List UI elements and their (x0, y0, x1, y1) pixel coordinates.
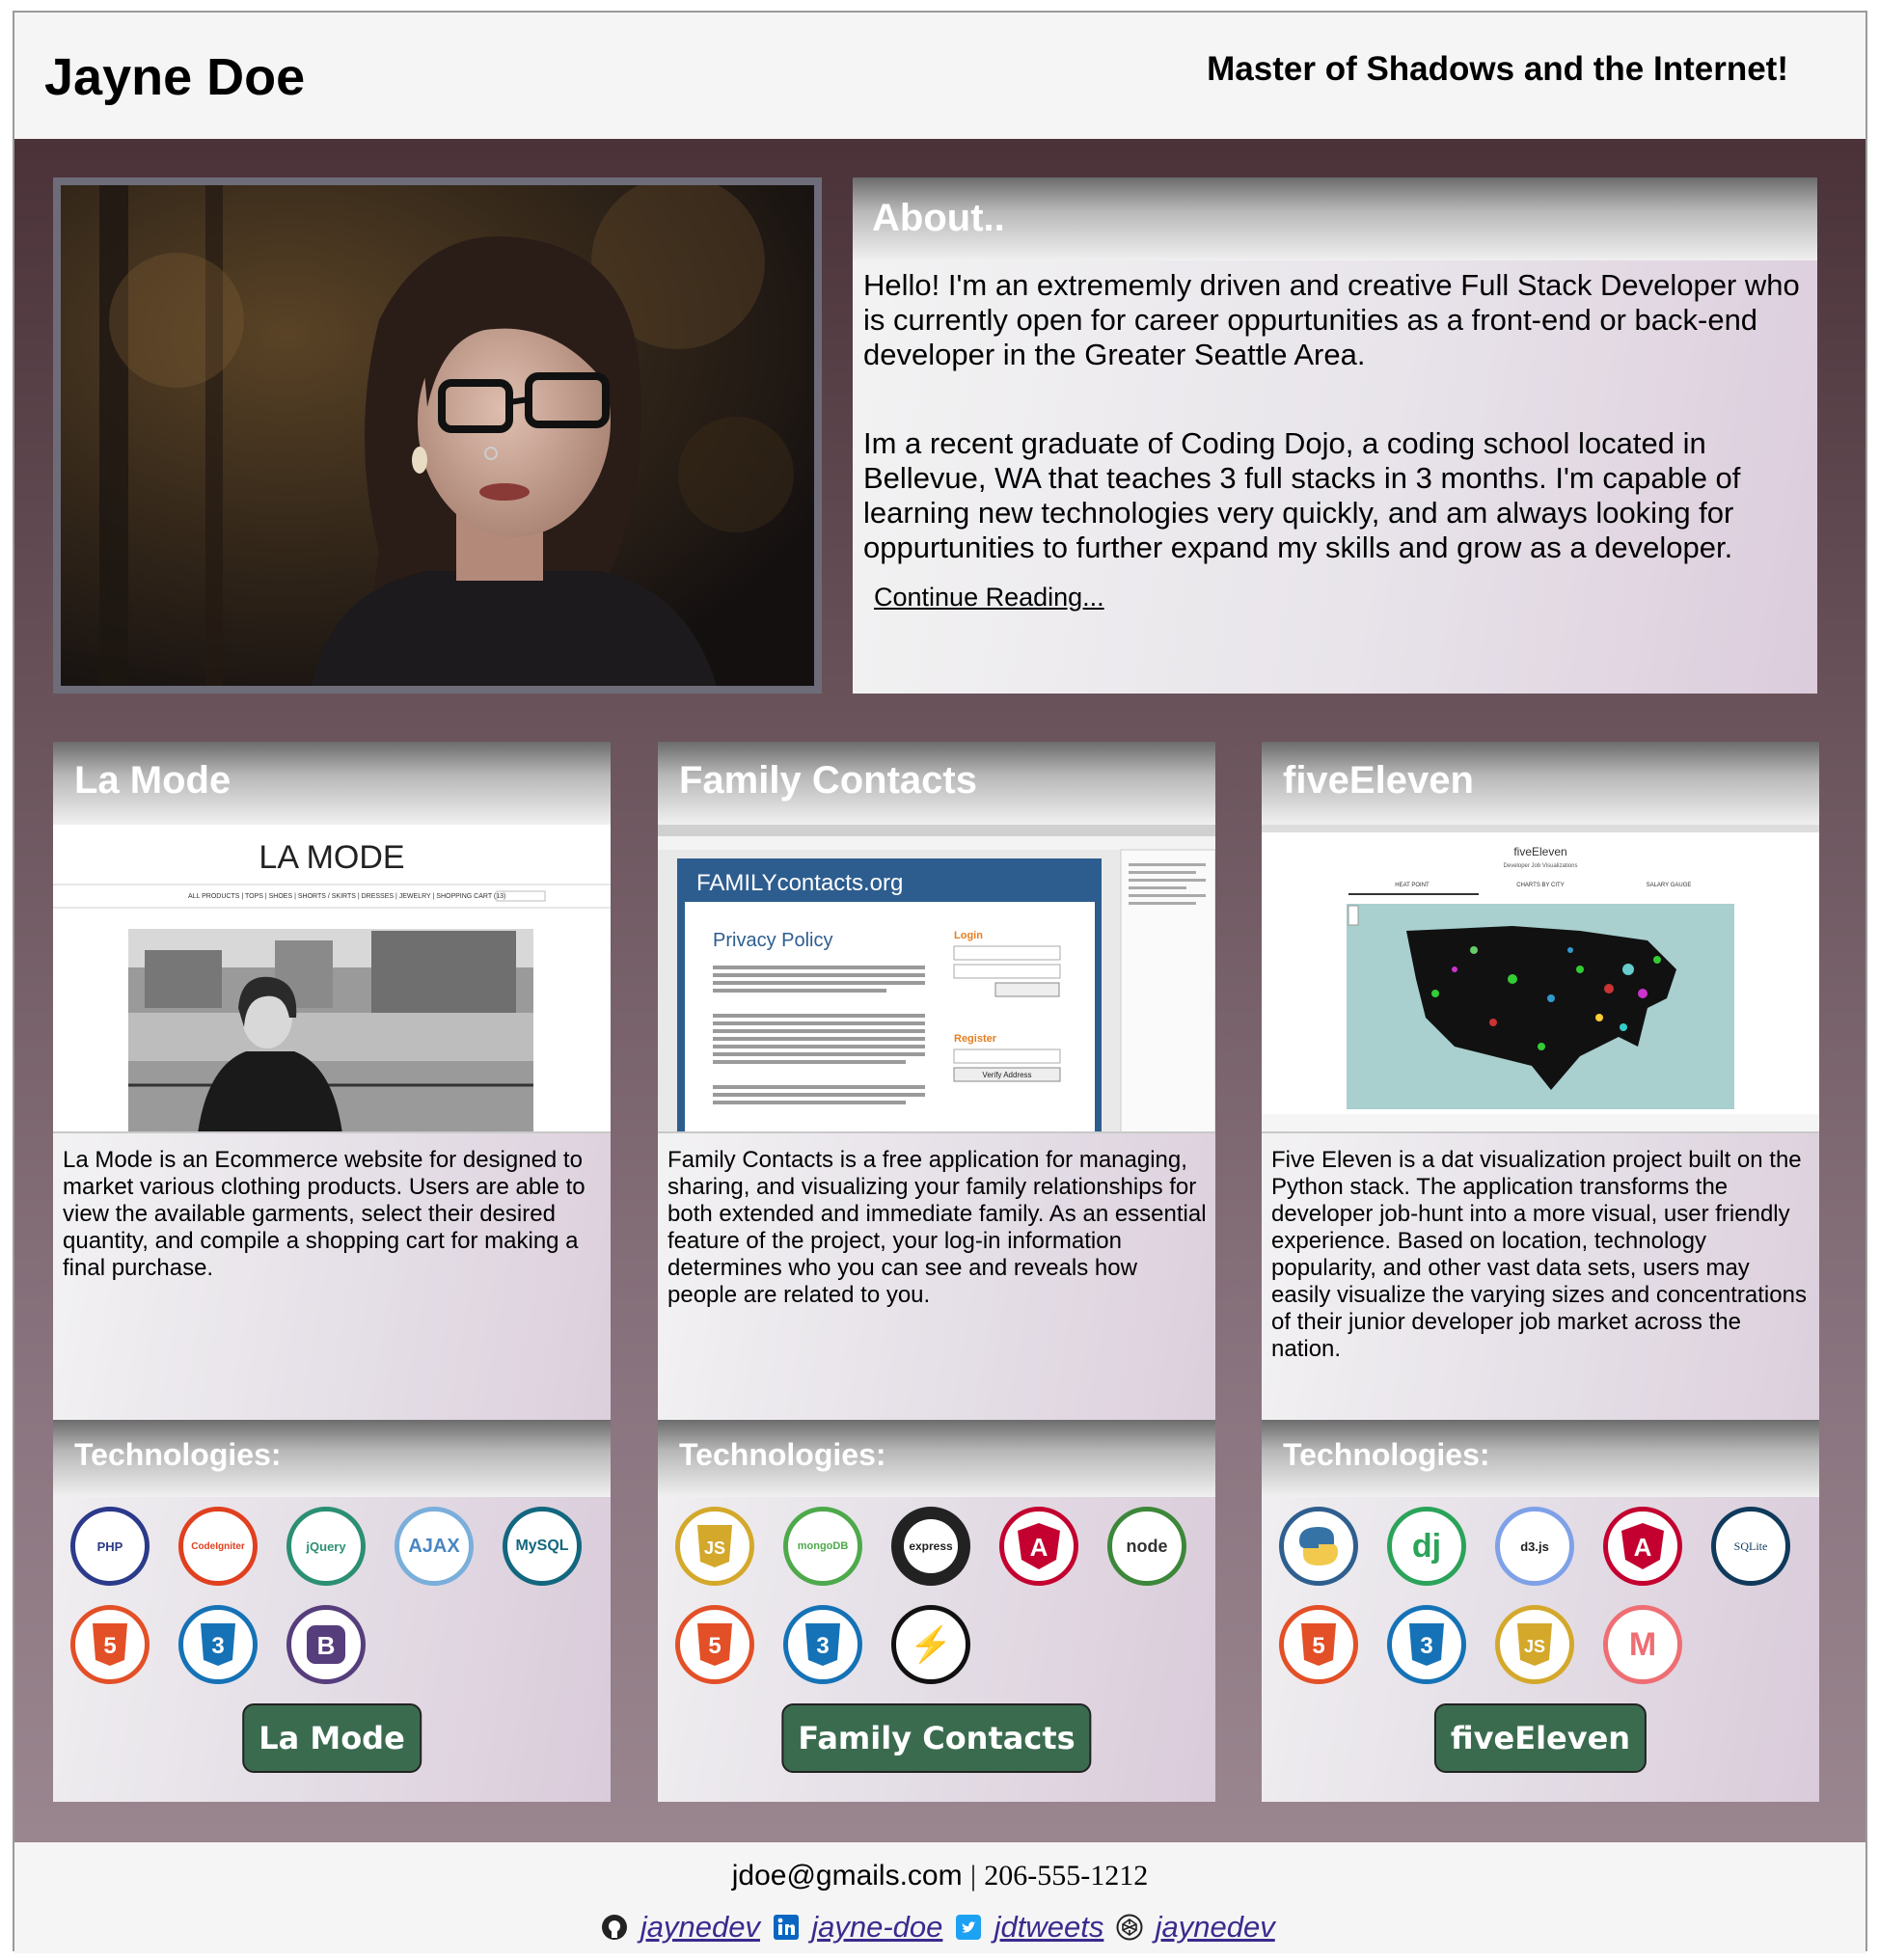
project-card-family-contacts: Family Contacts FAMILYcontacts.org Priva… (658, 742, 1215, 1802)
main-content: About.. Hello! I'm an extrememly driven … (14, 139, 1865, 1842)
fiveeleven-button[interactable]: fiveEleven (1433, 1703, 1648, 1773)
materialize-icon: M (1603, 1605, 1682, 1684)
codepen-link[interactable]: jaynedev (1156, 1910, 1275, 1944)
svg-text:JS: JS (704, 1538, 725, 1558)
svg-text:3: 3 (211, 1633, 224, 1659)
bootstrap-icon: B (286, 1605, 366, 1684)
family-contacts-button[interactable]: Family Contacts (781, 1703, 1092, 1773)
footer: jdoe@gmails.com | 206-555-1212 jaynedev … (14, 1842, 1865, 1953)
phone-number: 206-555-1212 (984, 1860, 1149, 1892)
project-card-la-mode: La Mode LA MODE ALL PRODUCTS | TOPS | SH… (53, 742, 611, 1802)
sqlite-icon: SQLite (1711, 1507, 1790, 1586)
contact-line: jdoe@gmails.com | 206-555-1212 (14, 1860, 1865, 1892)
fiveeleven-tab-2: CHARTS BY CITY (1516, 883, 1564, 888)
github-icon (602, 1915, 628, 1940)
html5-icon: 5 (1279, 1605, 1358, 1684)
project-screenshot-la-mode[interactable]: LA MODE ALL PRODUCTS | TOPS | SHOES | SH… (53, 825, 611, 1133)
project-title: La Mode (53, 742, 611, 825)
svg-text:B: B (317, 1631, 336, 1660)
python-icon (1279, 1507, 1358, 1586)
technologies-heading: Technologies: (53, 1420, 611, 1497)
la-mode-screenshot-image: LA MODE ALL PRODUCTS | TOPS | SHOES | SH… (53, 825, 611, 1131)
svg-text:5: 5 (103, 1633, 116, 1659)
jquery-icon: jQuery (286, 1507, 366, 1586)
project-card-fiveeleven: fiveEleven fiveEleven Developer Job Visu… (1262, 742, 1819, 1802)
project-screenshot-family-contacts[interactable]: FAMILYcontacts.org Privacy Policy Login … (658, 825, 1215, 1133)
about-body: Hello! I'm an extrememly driven and crea… (853, 260, 1817, 622)
header: Jayne Doe Master of Shadows and the Inte… (14, 13, 1865, 139)
social-links: jaynedev jayne-doe jdtweets jaynedev (14, 1910, 1865, 1945)
project-screenshot-fiveeleven[interactable]: fiveEleven Developer Job Visualizations … (1262, 825, 1819, 1133)
project-title: Family Contacts (658, 742, 1215, 825)
fiveeleven-sub: Developer Job Visualizations (1504, 863, 1578, 869)
privacy-heading: Privacy Policy (713, 930, 832, 951)
socketio-icon: ⚡ (891, 1605, 970, 1684)
about-paragraph-2: Im a recent graduate of Coding Dojo, a c… (863, 426, 1741, 564)
la-mode-brand: LA MODE (259, 839, 404, 876)
twitter-icon (956, 1915, 982, 1940)
fiveeleven-tab-3: SALARY GAUGE (1647, 883, 1692, 888)
login-label: Login (954, 930, 983, 941)
svg-text:JS: JS (1524, 1637, 1545, 1656)
svg-text:3: 3 (816, 1633, 829, 1659)
contact-separator: | (969, 1860, 976, 1892)
project-description: Five Eleven is a dat visualization proje… (1271, 1147, 1807, 1362)
fiveeleven-brand: fiveEleven (1513, 845, 1566, 858)
la-mode-nav: ALL PRODUCTS | TOPS | SHOES | SHORTS / S… (188, 893, 505, 900)
svg-text:5: 5 (1312, 1633, 1324, 1659)
javascript-icon: JS (675, 1507, 754, 1586)
ajax-icon: AJAX (395, 1507, 474, 1586)
about-title: About.. (853, 177, 1817, 260)
technologies-heading: Technologies: (1262, 1420, 1819, 1497)
fiveeleven-tab-1: HEAT POINT (1395, 883, 1430, 888)
project-description: La Mode is an Ecommerce website for desi… (63, 1147, 585, 1281)
php-icon: PHP (70, 1507, 150, 1586)
family-contacts-brand: FAMILYcontacts.org (696, 870, 903, 896)
node-icon: node (1107, 1507, 1186, 1586)
about-panel: About.. Hello! I'm an extrememly driven … (853, 177, 1817, 694)
django-icon: dj (1387, 1507, 1466, 1586)
fiveeleven-screenshot-image: fiveEleven Developer Job Visualizations … (1262, 825, 1819, 1131)
svg-text:A: A (1634, 1533, 1652, 1562)
linkedin-icon (773, 1915, 799, 1940)
register-label: Register (954, 1033, 997, 1045)
svg-text:5: 5 (708, 1633, 721, 1659)
html5-icon: 5 (70, 1605, 150, 1684)
la-mode-button[interactable]: La Mode (242, 1703, 422, 1773)
d3-icon: d3.js (1495, 1507, 1574, 1586)
mongodb-icon: mongoDB (783, 1507, 862, 1586)
javascript-icon: JS (1495, 1605, 1574, 1684)
site-title: Jayne Doe (44, 48, 306, 106)
svg-text:A: A (1030, 1533, 1048, 1562)
linkedin-link[interactable]: jayne-doe (811, 1910, 942, 1944)
email-link[interactable]: jdoe@gmails.com (732, 1860, 963, 1892)
mysql-icon: MySQL (503, 1507, 582, 1586)
codeigniter-icon: CodeIgniter (178, 1507, 258, 1586)
angular-icon: A (999, 1507, 1078, 1586)
codepen-icon (1116, 1914, 1143, 1941)
page-frame: Jayne Doe Master of Shadows and the Inte… (13, 11, 1867, 1953)
tagline: Master of Shadows and the Internet! (1207, 50, 1788, 88)
continue-reading-link[interactable]: Continue Reading... (874, 580, 1104, 614)
css3-icon: 3 (1387, 1605, 1466, 1684)
css3-icon: 3 (783, 1605, 862, 1684)
profile-photo (53, 177, 822, 694)
project-title: fiveEleven (1262, 742, 1819, 825)
html5-icon: 5 (675, 1605, 754, 1684)
portrait-image (61, 185, 814, 686)
twitter-link[interactable]: jdtweets (994, 1910, 1104, 1944)
family-contacts-screenshot-image: FAMILYcontacts.org Privacy Policy Login … (658, 825, 1215, 1131)
css3-icon: 3 (178, 1605, 258, 1684)
github-link[interactable]: jaynedev (640, 1910, 760, 1944)
verify-button-label: Verify Address (982, 1071, 1031, 1079)
express-icon: express (891, 1507, 970, 1586)
angular-icon: A (1603, 1507, 1682, 1586)
about-paragraph-1: Hello! I'm an extrememly driven and crea… (863, 268, 1800, 371)
project-description: Family Contacts is a free application fo… (667, 1147, 1207, 1308)
technologies-heading: Technologies: (658, 1420, 1215, 1497)
svg-text:3: 3 (1420, 1633, 1432, 1659)
